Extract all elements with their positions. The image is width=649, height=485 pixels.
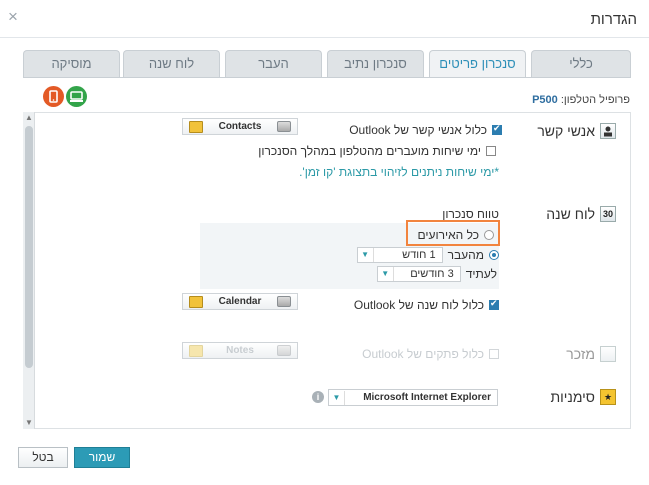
contacts-folder-name: Contacts: [218, 121, 262, 132]
calendar-sync-row[interactable]: כלול לוח שנה של Outlook: [354, 298, 499, 312]
tab-calendar[interactable]: לוח שנה: [123, 50, 220, 77]
notes-sync-row: כלול פתקים של Outlook: [362, 347, 499, 361]
scroll-thumb[interactable]: [25, 126, 33, 368]
future-range-row[interactable]: לעתיד ▼ 3 חודשים: [376, 266, 497, 282]
past-label: מהעבר: [447, 248, 484, 262]
past-range-row[interactable]: מהעבר ▼ 1 חודש: [356, 247, 499, 263]
tab-transfer[interactable]: העבר: [225, 50, 322, 77]
close-icon[interactable]: ×: [8, 8, 18, 25]
dialog-title: הגדרות: [590, 11, 637, 28]
info-icon[interactable]: i: [312, 391, 324, 403]
all-events-option[interactable]: כל האירועים: [417, 228, 494, 242]
computer-icon[interactable]: [66, 86, 87, 107]
scrollbar[interactable]: ▲ ▼: [23, 112, 35, 429]
contacts-sync-label: כלול אנשי קשר של Outlook: [349, 123, 487, 137]
scroll-down-icon[interactable]: ▼: [23, 417, 35, 429]
phone-profile-label: פרופיל הטלפון:: [560, 94, 630, 106]
tab-music[interactable]: מוסיקה: [23, 50, 120, 77]
save-button[interactable]: שמור: [74, 447, 130, 468]
past-value: 1 חודש: [402, 249, 436, 261]
calendar-folder-button[interactable]: Calendar: [182, 293, 298, 310]
contacts-folder-button[interactable]: Contacts: [182, 118, 298, 135]
folder-icon: [189, 344, 203, 357]
contacts-icon: [600, 123, 616, 139]
chevron-down-icon: ▼: [329, 390, 345, 405]
folder-icon: [189, 120, 203, 133]
chevron-down-icon: ▼: [358, 248, 374, 262]
all-events-label: כל האירועים: [417, 228, 479, 242]
all-events-radio[interactable]: [484, 230, 494, 240]
calendar-icon: 30: [600, 206, 616, 222]
sync-range-text: טווח סנכרון: [442, 207, 499, 221]
notes-sync-label: כלול פתקים של Outlook: [362, 347, 484, 361]
browser-dropdown[interactable]: ▼ Microsoft Internet Explorer: [328, 389, 498, 406]
birthdays-label: ימי שיחות מועברים מהטלפון במהלך הסנכרון: [258, 144, 481, 158]
star-icon: ★: [600, 389, 616, 405]
calendar-section-label: 30 לוח שנה: [546, 206, 616, 222]
sync-range-label: טווח סנכרון: [442, 207, 499, 221]
tab-item-sync[interactable]: סנכרון פריטים: [429, 50, 526, 78]
birthdays-row[interactable]: ימי שיחות מועברים מהטלפון במהלך הסנכרון: [258, 144, 496, 158]
contacts-sync-checkbox[interactable]: [492, 123, 502, 135]
past-radio[interactable]: [489, 250, 499, 260]
contacts-note-text: *ימי שיחות ניתנים לזיהוי בתצוגת 'קו זמן'…: [299, 165, 499, 179]
future-dropdown[interactable]: ▼ 3 חודשים: [376, 266, 461, 282]
browser-value: Microsoft Internet Explorer: [363, 392, 491, 403]
past-dropdown[interactable]: ▼ 1 חודש: [356, 247, 443, 263]
phone-device-icon[interactable]: [43, 86, 64, 107]
notes-folder-button: Notes: [182, 342, 298, 359]
folder-browse-icon: [276, 121, 291, 132]
tab-bar: מוסיקה לוח שנה העבר סנכרון נתיב סנכרון פ…: [23, 50, 631, 78]
calendar-folder-name: Calendar: [218, 296, 262, 307]
future-label: לעתיד: [465, 267, 497, 281]
notes-folder-name: Notes: [226, 345, 254, 356]
contacts-section-label: אנשי קשר: [537, 123, 616, 139]
notes-sync-checkbox: [489, 349, 499, 359]
calendar-sync-checkbox[interactable]: [489, 298, 499, 310]
notes-section-label: מזכר: [566, 346, 616, 362]
contacts-label: אנשי קשר: [537, 123, 595, 139]
birthdays-checkbox[interactable]: [486, 146, 496, 156]
calendar-label: לוח שנה: [546, 206, 595, 222]
chevron-down-icon: ▼: [378, 267, 394, 281]
contacts-sync-row[interactable]: כלול אנשי קשר של Outlook: [349, 123, 502, 137]
phone-profile-value: P500: [532, 94, 558, 106]
notes-icon: [600, 346, 616, 362]
tab-path-sync[interactable]: סנכרון נתיב: [327, 50, 424, 77]
bookmarks-section-label: ★ סימניות: [550, 389, 616, 405]
future-value: 3 חודשים: [410, 268, 454, 280]
folder-icon: [189, 295, 203, 308]
phone-profile: פרופיל הטלפון: P500: [532, 94, 630, 106]
calendar-sync-label: כלול לוח שנה של Outlook: [353, 298, 484, 312]
scroll-up-icon[interactable]: ▲: [23, 112, 35, 124]
cancel-button[interactable]: בטל: [18, 447, 68, 468]
tab-divider: [23, 77, 631, 78]
contacts-note: *ימי שיחות ניתנים לזיהוי בתצוגת 'קו זמן'…: [299, 165, 499, 179]
folder-browse-icon: [276, 345, 291, 356]
tab-general[interactable]: כללי: [531, 50, 631, 77]
title-bar: × הגדרות: [0, 0, 649, 38]
folder-browse-icon: [276, 296, 291, 307]
notes-label: מזכר: [566, 346, 595, 362]
bookmarks-label: סימניות: [550, 389, 595, 405]
